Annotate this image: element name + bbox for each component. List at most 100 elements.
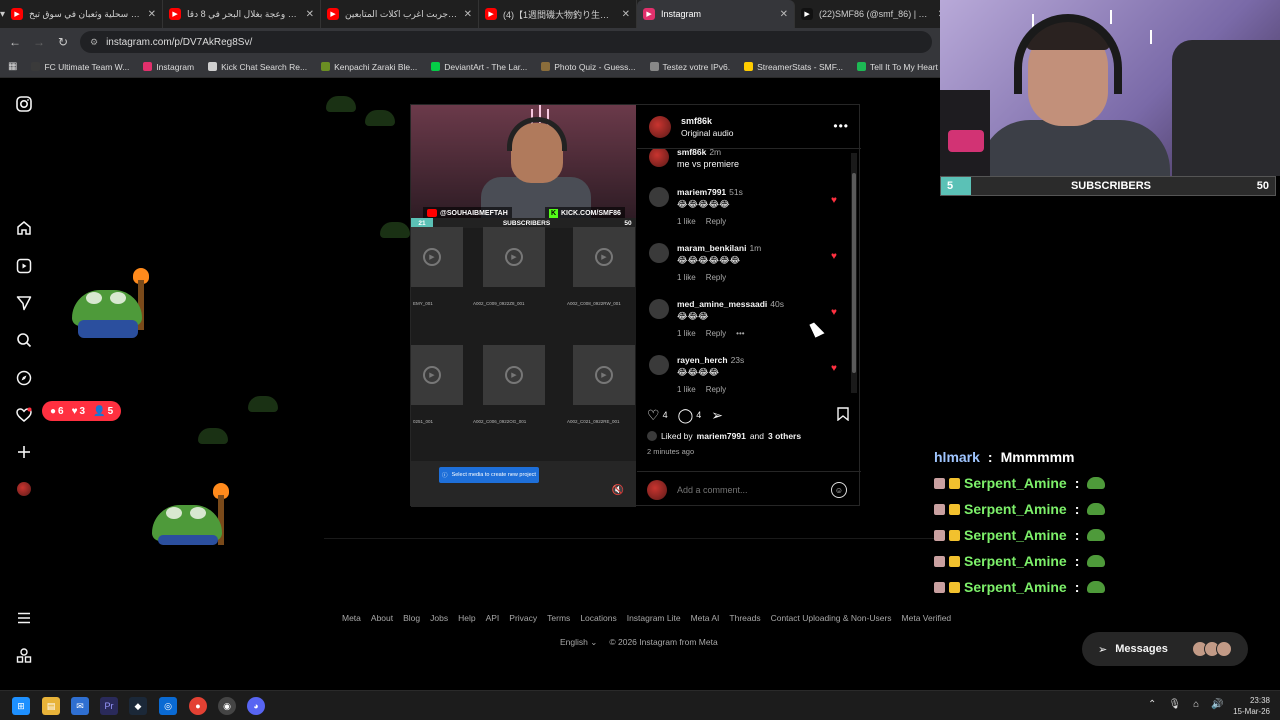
footer-link[interactable]: Privacy: [509, 613, 537, 623]
audio-label[interactable]: Original audio: [681, 128, 733, 138]
discord-icon[interactable]: ◕: [247, 697, 265, 715]
footer-link[interactable]: Help: [458, 613, 475, 623]
liked-by[interactable]: Liked by mariem7991 and 3 others: [647, 431, 801, 441]
obs-icon[interactable]: ◉: [218, 697, 236, 715]
commenter-username[interactable]: med_amine_messaadi: [677, 299, 767, 309]
reply-button[interactable]: Reply: [706, 273, 726, 282]
comments-scrollbar[interactable]: [851, 153, 857, 393]
url-field[interactable]: ⚙ instagram.com/p/DV7AkReg8Sv/: [80, 31, 932, 53]
notifications-heart-icon[interactable]: [14, 405, 34, 425]
comment-like-heart-icon[interactable]: ♥: [831, 251, 837, 262]
bookmark-item[interactable]: Kenpachi Zaraki Ble...: [321, 62, 417, 72]
reload-icon[interactable]: ↻: [56, 35, 70, 49]
footer-link[interactable]: API: [486, 613, 500, 623]
browser-tab[interactable]: ▶ Instagram ✕: [637, 0, 796, 28]
footer-link[interactable]: Meta AI: [691, 613, 720, 623]
site-info-icon[interactable]: ⚙: [90, 37, 98, 48]
tab-close-icon[interactable]: ✕: [780, 9, 788, 20]
file-explorer-icon[interactable]: ▤: [42, 697, 60, 715]
tab-close-icon[interactable]: ✕: [464, 9, 472, 20]
author-avatar[interactable]: [649, 149, 669, 167]
direct-send-icon[interactable]: [14, 293, 34, 313]
footer-link[interactable]: About: [371, 613, 393, 623]
also-from-meta-icon[interactable]: [14, 646, 34, 666]
tray-chevron-icon[interactable]: ⌃: [1148, 699, 1156, 710]
instagram-logo-icon[interactable]: [14, 94, 34, 114]
steam-icon[interactable]: ◆: [129, 697, 147, 715]
bookmark-item[interactable]: Tell It To My Heart -...: [857, 62, 940, 72]
comment-like-heart-icon[interactable]: ♥: [831, 363, 837, 374]
commenter-avatar[interactable]: [649, 187, 669, 207]
like-button[interactable]: ♡ 4: [647, 407, 668, 424]
reels-icon[interactable]: [14, 256, 34, 276]
footer-link[interactable]: Meta: [342, 613, 361, 623]
network-icon[interactable]: ⌂: [1193, 699, 1199, 710]
create-plus-icon[interactable]: [14, 442, 34, 462]
commenter-username[interactable]: mariem7991: [677, 187, 726, 197]
tab-close-icon[interactable]: ✕: [622, 9, 630, 20]
comment-likes[interactable]: 1 like: [677, 217, 696, 226]
explore-compass-icon[interactable]: [14, 368, 34, 388]
commenter-username[interactable]: maram_benkilani: [677, 243, 746, 253]
back-arrow-icon[interactable]: ←: [8, 35, 22, 49]
bookmark-item[interactable]: Photo Quiz - Guess...: [541, 62, 636, 72]
commenter-avatar[interactable]: [649, 243, 669, 263]
footer-link[interactable]: Terms: [547, 613, 570, 623]
system-clock[interactable]: 23:38 15-Mar-26: [1222, 695, 1270, 717]
author-username[interactable]: smf86k: [681, 116, 733, 126]
author-avatar[interactable]: [649, 115, 671, 138]
bookmark-item[interactable]: Instagram: [143, 62, 194, 72]
search-icon[interactable]: [14, 330, 34, 350]
browser-tab[interactable]: ▶ (22)SMF86 (@smf_86) | TikTok ✕: [795, 0, 954, 28]
browser-tab[interactable]: ▶ (4)【1週間磯大物釣り生活】大型 ✕: [479, 0, 638, 28]
bookmark-item[interactable]: StreamerStats - SMF...: [744, 62, 843, 72]
messages-button[interactable]: ➢ Messages: [1082, 632, 1248, 666]
commenter-username[interactable]: rayen_herch: [677, 355, 728, 365]
tab-close-icon[interactable]: ✕: [306, 9, 314, 20]
bookmark-item[interactable]: Kick Chat Search Re...: [208, 62, 307, 72]
share-button[interactable]: ➢: [711, 407, 723, 424]
comment-likes[interactable]: 1 like: [677, 385, 696, 394]
comment-like-heart-icon[interactable]: ♥: [831, 307, 837, 318]
footer-link[interactable]: Threads: [729, 613, 760, 623]
emoji-icon[interactable]: ☺: [831, 482, 847, 498]
outlook-icon[interactable]: ✉: [71, 697, 89, 715]
profile-avatar-icon[interactable]: [14, 479, 34, 499]
footer-link[interactable]: Meta Verified: [902, 613, 952, 623]
forward-arrow-icon[interactable]: →: [32, 35, 46, 49]
footer-link[interactable]: Blog: [403, 613, 420, 623]
windows-start-icon[interactable]: ⊞: [12, 697, 30, 715]
more-menu-icon[interactable]: [14, 608, 34, 628]
mute-icon[interactable]: 🔇: [611, 483, 625, 497]
bookmark-item[interactable]: Testez votre IPv6.: [649, 62, 730, 72]
chrome-icon[interactable]: ●: [189, 697, 207, 715]
browser-tab[interactable]: ▶ جربت اغرب اكلات المتابعين - be ✕: [321, 0, 480, 28]
footer-link[interactable]: Contact Uploading & Non-Users: [771, 613, 892, 623]
comment-input[interactable]: [677, 484, 817, 495]
commenter-avatar[interactable]: [649, 355, 669, 375]
app-icon[interactable]: ◎: [159, 697, 177, 715]
apps-grid-icon[interactable]: ▦: [8, 61, 17, 72]
comment-like-heart-icon[interactable]: ♥: [831, 195, 837, 206]
reply-button[interactable]: Reply: [706, 329, 726, 338]
home-icon[interactable]: [14, 218, 34, 238]
footer-link[interactable]: Jobs: [430, 613, 448, 623]
footer-link[interactable]: Locations: [580, 613, 616, 623]
premiere-icon[interactable]: Pr: [100, 697, 118, 715]
comment-button[interactable]: ◯ 4: [678, 407, 702, 424]
bookmark-item[interactable]: FC Ultimate Team W...: [31, 62, 129, 72]
browser-tab[interactable]: ▶ مقرونة وعجة بغلال البحر في 8 دقا ✕: [163, 0, 322, 28]
reply-button[interactable]: Reply: [706, 385, 726, 394]
save-bookmark-icon[interactable]: [837, 407, 849, 424]
reply-button[interactable]: Reply: [706, 217, 726, 226]
comment-likes[interactable]: 1 like: [677, 273, 696, 282]
comment-options-icon[interactable]: •••: [736, 329, 744, 338]
more-options-icon[interactable]: •••: [833, 119, 849, 133]
footer-link[interactable]: Instagram Lite: [627, 613, 681, 623]
post-video[interactable]: @SOUHAIBMEFTAH K KICK.COM/SMF86 21 SUBSCR…: [411, 105, 636, 507]
microphone-icon[interactable]: 🎙: [1168, 699, 1181, 710]
tab-close-icon[interactable]: ✕: [148, 9, 156, 20]
browser-tab[interactable]: ▶ أكلت سحلية وثعبان في سوق تبخ ✕: [5, 0, 164, 28]
bookmark-item[interactable]: DeviantArt - The Lar...: [431, 62, 527, 72]
language-selector[interactable]: English ⌄: [560, 637, 597, 648]
